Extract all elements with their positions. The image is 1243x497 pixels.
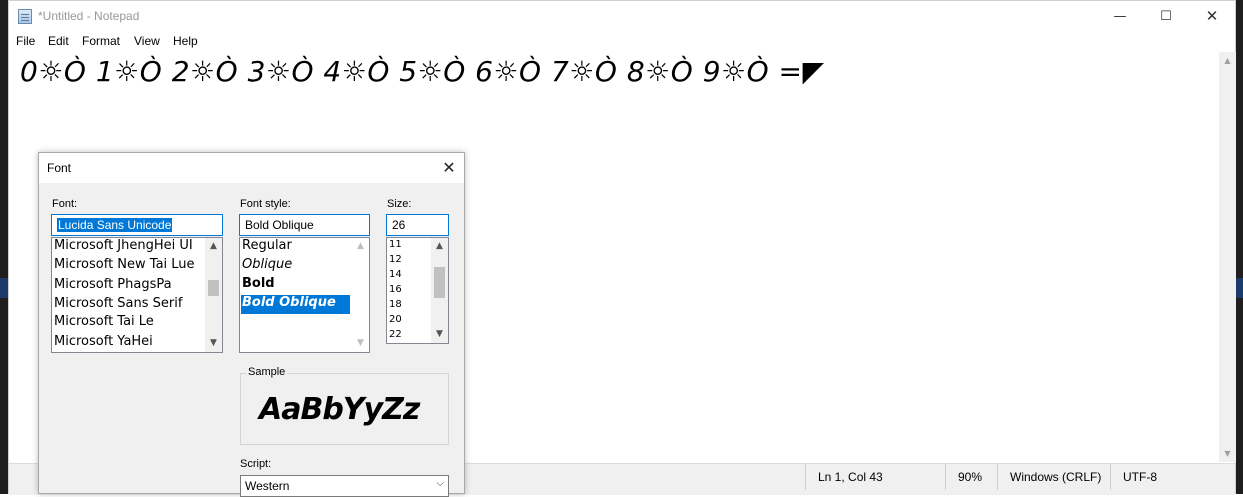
size-list-item[interactable]: 12 — [389, 254, 402, 265]
size-list-item[interactable]: 18 — [389, 299, 402, 310]
font-style-item-selected[interactable]: Bold Oblique — [241, 295, 350, 314]
chevron-down-icon[interactable]: ⌵ — [436, 478, 444, 489]
close-button[interactable]: ✕ — [1189, 1, 1235, 32]
size-list-scrollbar[interactable]: ▲ ▼ — [431, 238, 448, 343]
minimize-button[interactable]: — — [1097, 1, 1143, 32]
size-list[interactable]: 11 12 14 16 18 20 22 ▲ ▼ — [386, 237, 449, 344]
size-list-item[interactable]: 22 — [389, 329, 402, 340]
font-list-item[interactable]: Microsoft PhagsPa — [54, 277, 172, 292]
font-list-item[interactable]: Microsoft YaHei — [54, 334, 153, 349]
chevron-up-icon[interactable]: ▲ — [431, 238, 448, 255]
font-list-item[interactable]: Microsoft JhengHei UI — [54, 238, 193, 253]
scroll-thumb[interactable] — [208, 280, 219, 296]
font-style-input[interactable]: Bold Oblique — [239, 214, 370, 236]
status-encoding: UTF-8 — [1110, 464, 1210, 490]
font-label: Font: — [52, 198, 78, 210]
menu-bar: File Edit Format View Help — [9, 32, 1235, 52]
editor-content[interactable]: 0☼Ò 1☼Ò 2☼Ò 3☼Ò 4☼Ò 5☼Ò 6☼Ò 7☼Ò 8☼Ò 9☼Ò … — [20, 55, 825, 88]
window-title: *Untitled - Notepad — [38, 9, 140, 23]
sample-preview-box: AaBbYyZz — [240, 373, 449, 445]
chevron-up-icon[interactable]: ▲ — [352, 238, 369, 255]
font-style-item[interactable]: Bold — [242, 276, 275, 291]
chevron-down-icon[interactable]: ▼ — [431, 326, 448, 343]
font-style-item[interactable]: Regular — [242, 238, 292, 253]
font-name-selected-text: Lucida Sans Unicode — [57, 218, 173, 232]
size-list-item[interactable]: 20 — [389, 314, 402, 325]
script-label: Script: — [240, 458, 272, 470]
menu-help[interactable]: Help — [173, 34, 198, 48]
dialog-title-bar[interactable]: Font ✕ — [39, 153, 464, 183]
status-cursor-position: Ln 1, Col 43 — [805, 464, 945, 490]
scroll-thumb[interactable] — [434, 267, 445, 298]
editor-vertical-scrollbar[interactable]: ▲ ▼ — [1219, 52, 1236, 462]
font-dialog: Font ✕ Font: Lucida Sans Unicode Microso… — [38, 152, 465, 497]
script-selected-value: Western — [245, 479, 290, 493]
font-style-label: Font style: — [240, 198, 291, 210]
sample-text: AaBbYyZz — [259, 392, 420, 427]
scroll-down-arrow-icon[interactable]: ▼ — [1219, 445, 1236, 462]
menu-format[interactable]: Format — [82, 34, 120, 48]
menu-view[interactable]: View — [134, 34, 160, 48]
size-list-item[interactable]: 16 — [389, 284, 402, 295]
size-list-item[interactable]: 14 — [389, 269, 402, 280]
font-list-item[interactable]: Microsoft Sans Serif — [54, 296, 182, 311]
scroll-up-arrow-icon[interactable]: ▲ — [1219, 52, 1236, 69]
maximize-button[interactable]: ☐ — [1143, 1, 1189, 32]
menu-file[interactable]: File — [16, 34, 35, 48]
chevron-up-icon[interactable]: ▲ — [205, 238, 222, 255]
title-bar[interactable]: *Untitled - Notepad — ☐ ✕ — [9, 1, 1235, 32]
size-list-item[interactable]: 11 — [389, 239, 402, 250]
size-label: Size: — [387, 198, 412, 210]
font-style-item[interactable]: Oblique — [242, 257, 292, 272]
desktop-background-right — [1236, 0, 1243, 494]
status-line-ending: Windows (CRLF) — [997, 464, 1110, 490]
status-zoom: 90% — [945, 464, 997, 490]
sample-label: Sample — [246, 366, 288, 378]
notepad-app-icon[interactable] — [18, 9, 32, 24]
chevron-down-icon[interactable]: ▼ — [352, 335, 369, 352]
chevron-down-icon[interactable]: ▼ — [205, 335, 222, 352]
font-list[interactable]: Microsoft JhengHei UI Microsoft New Tai … — [51, 237, 223, 353]
menu-edit[interactable]: Edit — [48, 34, 69, 48]
font-style-list-scrollbar[interactable]: ▲ ▼ — [352, 238, 369, 352]
font-list-item[interactable]: Microsoft New Tai Lue — [54, 257, 195, 272]
font-style-list[interactable]: Regular Oblique Bold Bold Oblique ▲ ▼ — [239, 237, 370, 353]
desktop-background-left — [0, 0, 8, 494]
font-name-input[interactable]: Lucida Sans Unicode — [51, 214, 223, 236]
font-list-scrollbar[interactable]: ▲ ▼ — [205, 238, 222, 352]
dialog-title: Font — [47, 161, 72, 175]
font-list-item[interactable]: Microsoft Tai Le — [54, 314, 154, 329]
size-input[interactable]: 26 — [386, 214, 449, 236]
dialog-close-button[interactable]: ✕ — [437, 156, 461, 180]
